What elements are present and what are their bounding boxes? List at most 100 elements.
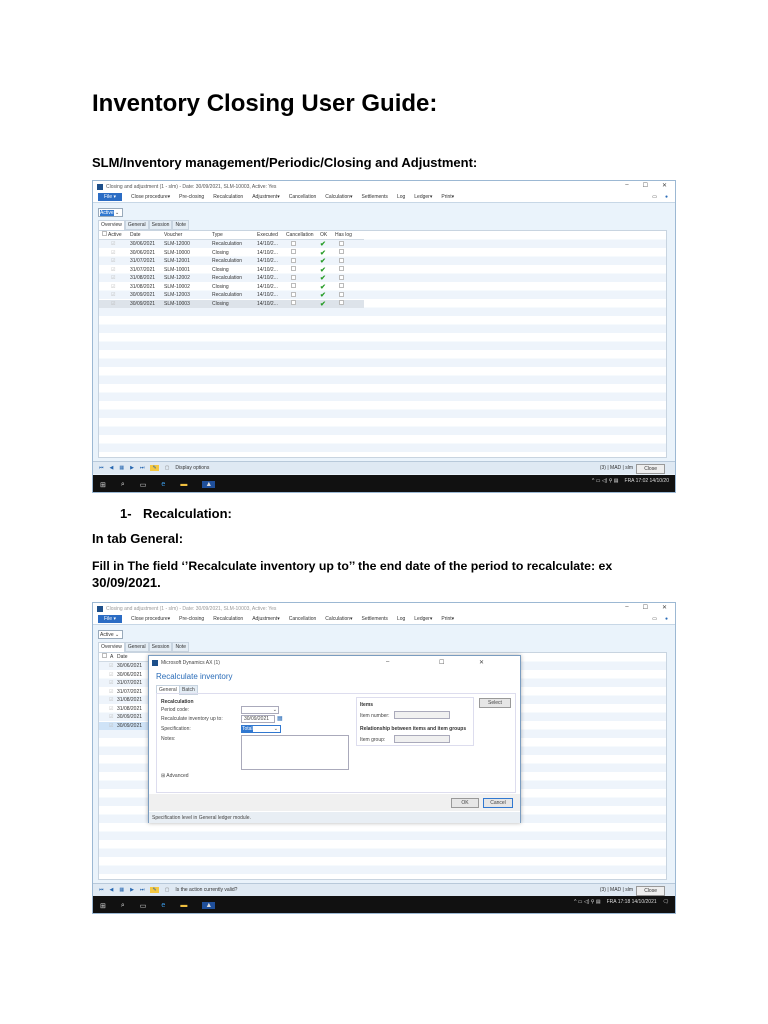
cancellation-checkbox[interactable] — [291, 300, 296, 307]
cancellation-checkbox[interactable] — [291, 240, 296, 248]
close-button[interactable]: Close — [636, 464, 665, 474]
tab-session[interactable]: Session — [148, 642, 173, 652]
column-type[interactable]: Type — [212, 232, 223, 238]
next-record-icon[interactable]: ▶ — [130, 887, 134, 893]
file-menu-button[interactable]: File ▾ — [98, 193, 122, 201]
tab-session[interactable]: Session — [148, 220, 173, 230]
cancellation-checkbox[interactable] — [291, 257, 296, 265]
previous-record-icon[interactable]: ◀ — [110, 465, 114, 471]
menu-item[interactable]: Pre-closing — [179, 194, 204, 200]
menu-item[interactable]: Print▾ — [441, 194, 454, 200]
active-checkbox[interactable]: ☑ — [111, 258, 115, 264]
next-record-icon[interactable]: ▶ — [130, 465, 134, 471]
active-checkbox[interactable]: ☑ — [111, 284, 115, 290]
menu-item[interactable]: Adjustment▾ — [252, 194, 280, 200]
edit-icon[interactable]: ✎ — [150, 887, 159, 893]
table-row[interactable]: ☑ 30/06/2021 SLM-10000 Closing 14/10/2... ✔ — [99, 249, 364, 258]
table-row[interactable]: ☑ 30/06/2021 SLM-12000 Recalculation 14/10/2… — [99, 240, 364, 249]
ok-button[interactable]: OK — [451, 798, 479, 808]
help-icon[interactable]: ● — [665, 616, 668, 622]
document-icon[interactable]: ▢ — [165, 465, 170, 471]
menu-item[interactable]: Recalculation — [213, 194, 243, 200]
active-checkbox[interactable]: ☑ — [111, 292, 115, 298]
has-log-checkbox[interactable] — [339, 283, 344, 290]
specification-select[interactable]: Total ⌄ — [241, 725, 281, 733]
table-row[interactable]: ☑ 30/09/2021 SLM-12003 Recalculation 14/10/2… — [99, 291, 364, 300]
recalculate-up-to-input[interactable]: 30/09/2021 — [241, 715, 275, 723]
column-has-log[interactable]: Has log — [335, 232, 352, 238]
file-explorer-icon[interactable]: ▬ — [180, 481, 187, 488]
menu-item[interactable]: Ledger▾ — [414, 616, 432, 622]
has-log-checkbox[interactable] — [339, 240, 344, 248]
active-checkbox[interactable]: ☑ — [109, 723, 113, 729]
active-checkbox[interactable]: ☑ — [109, 689, 113, 695]
menu-item[interactable]: Calculation▾ — [325, 194, 352, 200]
task-view-icon[interactable]: ▭ — [140, 481, 147, 489]
close-icon[interactable]: ✕ — [479, 659, 484, 666]
item-number-input[interactable] — [394, 711, 450, 719]
active-checkbox[interactable]: ☑ — [109, 663, 113, 669]
has-log-checkbox[interactable] — [339, 257, 344, 265]
menu-item[interactable]: Close procedure▾ — [131, 616, 170, 622]
active-filter-select[interactable]: Active ⌄ — [98, 208, 123, 217]
minimize-icon[interactable]: – — [386, 659, 389, 665]
column-executed[interactable]: Executed — [257, 232, 278, 238]
column-date[interactable]: Date — [117, 654, 128, 660]
tab-note[interactable]: Note — [172, 220, 189, 230]
notes-textarea[interactable] — [241, 735, 349, 770]
menu-item[interactable]: Ledger▾ — [414, 194, 432, 200]
search-icon[interactable]: ⌕ — [121, 902, 125, 910]
minimize-icon[interactable]: – — [625, 604, 628, 611]
menu-item[interactable]: Cancellation — [289, 616, 317, 622]
has-log-checkbox[interactable] — [339, 300, 344, 307]
active-checkbox[interactable]: ☑ — [111, 267, 115, 273]
previous-record-icon[interactable]: ◀ — [110, 887, 114, 893]
cancellation-checkbox[interactable] — [291, 291, 296, 299]
active-checkbox[interactable]: ☑ — [111, 301, 115, 307]
has-log-checkbox[interactable] — [339, 291, 344, 299]
period-code-select[interactable]: ⌄ — [241, 706, 279, 714]
select-button[interactable]: Select — [479, 698, 511, 708]
list-icon[interactable]: ▦ — [119, 887, 124, 893]
calendar-icon[interactable]: ▦ — [277, 715, 283, 722]
select-all-checkbox[interactable] — [102, 231, 107, 238]
cancel-button[interactable]: Cancel — [483, 798, 513, 808]
layout-icon[interactable]: ▭ — [652, 194, 657, 200]
column-cancellation[interactable]: Cancellation — [286, 232, 314, 238]
table-row[interactable]: ☑ 31/08/2021 SLM-12002 Recalculation 14/10/2… — [99, 274, 364, 283]
advanced-toggle[interactable]: ⊞ Advanced — [161, 773, 189, 779]
active-checkbox[interactable]: ☑ — [109, 714, 113, 720]
menu-item[interactable]: Cancellation — [289, 194, 317, 200]
cancellation-checkbox[interactable] — [291, 274, 296, 282]
column-voucher[interactable]: Voucher — [164, 232, 182, 238]
file-explorer-icon[interactable]: ▬ — [180, 902, 187, 909]
column-active[interactable]: A — [110, 654, 113, 660]
menu-item[interactable]: Log — [397, 194, 405, 200]
first-record-icon[interactable]: ⏮ — [99, 887, 104, 893]
table-row[interactable]: ☑ 30/09/2021 SLM-10003 Closing 14/10/2... ✔ — [99, 299, 364, 308]
menu-item[interactable]: Adjustment▾ — [252, 616, 280, 622]
column-ok[interactable]: OK — [320, 232, 327, 238]
menu-item[interactable]: Calculation▾ — [325, 616, 352, 622]
first-record-icon[interactable]: ⏮ — [99, 465, 104, 471]
table-row[interactable]: ☑ 31/08/2021 SLM-10002 Closing 14/10/2... ✔ — [99, 283, 364, 292]
minimize-icon[interactable]: – — [625, 182, 628, 189]
tab-general[interactable]: General — [124, 642, 149, 652]
active-checkbox[interactable]: ☑ — [111, 275, 115, 281]
layout-icon[interactable]: ▭ — [652, 616, 657, 622]
start-icon[interactable]: ⊞ — [100, 481, 106, 489]
table-row[interactable]: ☑ 31/07/2021 SLM-12001 Recalculation 14/10/2… — [99, 257, 364, 266]
list-icon[interactable]: ▦ — [119, 465, 124, 471]
has-log-checkbox[interactable] — [339, 266, 344, 273]
cancellation-checkbox[interactable] — [291, 249, 296, 256]
active-checkbox[interactable]: ☑ — [109, 706, 113, 712]
search-icon[interactable]: ⌕ — [121, 481, 125, 489]
menu-item[interactable]: Settlements — [362, 616, 388, 622]
edge-icon[interactable]: e — [161, 902, 165, 909]
cancellation-checkbox[interactable] — [291, 266, 296, 273]
last-record-icon[interactable]: ⏭ — [140, 465, 145, 471]
document-icon[interactable]: ▢ — [165, 887, 170, 893]
notifications-icon[interactable]: 🗨 — [663, 899, 669, 905]
active-checkbox[interactable]: ☑ — [109, 680, 113, 686]
active-checkbox[interactable]: ☑ — [111, 241, 115, 247]
